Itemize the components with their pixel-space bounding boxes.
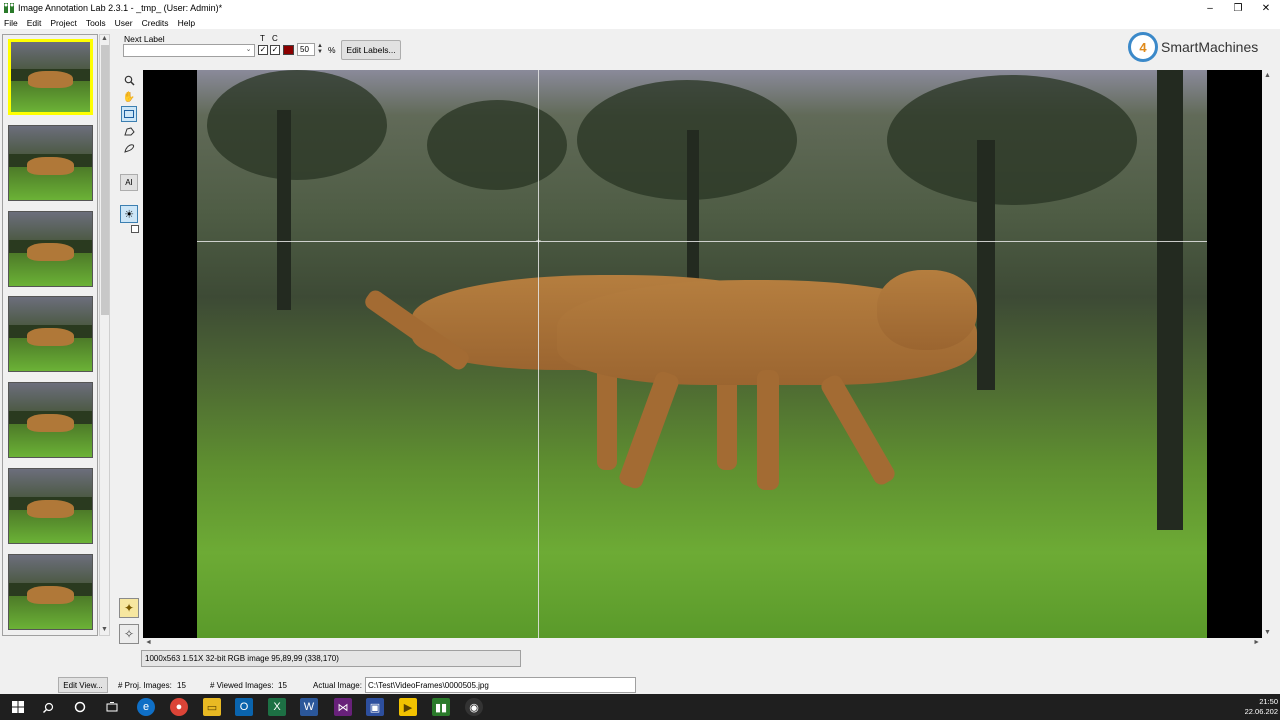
scroll-left-icon[interactable]: ◄ (145, 639, 152, 646)
image-canvas[interactable]: + (143, 70, 1262, 638)
tool-option-checkbox[interactable] (131, 225, 139, 233)
c-checkbox[interactable]: ✓ (270, 45, 280, 55)
title-bar: Image Annotation Lab 2.3.1 - _tmp_ (User… (0, 0, 1280, 16)
scroll-right-icon[interactable]: ► (1253, 639, 1260, 646)
clock-time: 21:50 (1259, 697, 1278, 706)
opacity-spinner[interactable]: ▲ ▼ (316, 43, 324, 56)
proj-images-label: # Proj. Images: (118, 681, 172, 690)
thumbnail[interactable] (8, 382, 93, 458)
thumbnail[interactable] (8, 554, 93, 630)
thumbnail[interactable] (8, 211, 93, 287)
edit-labels-button[interactable]: Edit Labels... (341, 40, 401, 60)
thumbnail-selected[interactable] (8, 39, 93, 115)
window-title: Image Annotation Lab 2.3.1 - _tmp_ (User… (18, 3, 223, 13)
brightness-icon[interactable]: ☀ (120, 205, 138, 223)
outlook-icon[interactable]: O (235, 698, 253, 716)
ai-button[interactable]: AI (120, 174, 138, 191)
opacity-input[interactable]: 50 (297, 43, 315, 56)
actual-image-path: C:\Test\VideoFrames\0000505.jpg (365, 677, 636, 693)
proj-images-value: 15 (177, 681, 186, 690)
thumbnail-panel (2, 34, 98, 636)
opacity-unit: % (328, 45, 336, 55)
crosshair-center-icon: + (535, 236, 542, 246)
magic-wand-alt-icon[interactable]: ✧ (119, 624, 139, 644)
slides-icon[interactable]: ▶ (399, 698, 417, 716)
c-caption: C (272, 34, 278, 43)
menu-help[interactable]: Help (178, 18, 195, 28)
thumbnail-scrollbar[interactable]: ▲ ▼ (99, 34, 110, 636)
menu-user[interactable]: User (115, 18, 133, 28)
scroll-down-icon[interactable]: ▼ (100, 626, 109, 635)
chrome-browser-icon[interactable]: ● (170, 698, 188, 716)
taskbar (0, 694, 1280, 720)
close-icon[interactable]: ✕ (1250, 0, 1280, 16)
chevron-down-icon[interactable]: ⌄ (243, 45, 254, 56)
scroll-up-icon[interactable]: ▲ (1264, 72, 1271, 79)
magic-wand-icon[interactable]: ✦ (119, 598, 139, 618)
t-caption: T (260, 34, 265, 43)
menu-edit[interactable]: Edit (27, 18, 42, 28)
pan-hand-icon[interactable]: ✋ (121, 89, 137, 105)
freehand-tool-icon[interactable] (121, 140, 137, 156)
menu-bar: File Edit Project Tools User Credits Hel… (0, 16, 1280, 29)
scrollbar-thumb[interactable] (101, 45, 109, 315)
viewed-images-value: 15 (278, 681, 287, 690)
thumbnail[interactable] (8, 125, 93, 201)
next-label-caption: Next Label (124, 34, 165, 44)
word-icon[interactable]: W (300, 698, 318, 716)
t-checkbox[interactable]: ✓ (258, 45, 268, 55)
logo-name: SmartMachines (1161, 39, 1259, 55)
excel-icon[interactable]: X (268, 698, 286, 716)
edge-browser-icon[interactable]: e (137, 698, 155, 716)
crosshair-horizontal (197, 241, 1207, 242)
remote-desktop-icon[interactable]: ▣ (366, 698, 384, 716)
obs-recorder-icon[interactable]: ◉ (465, 698, 483, 716)
viewed-images-label: # Viewed Images: (210, 681, 274, 690)
crosshair-vertical (538, 70, 539, 638)
thumbnail[interactable] (8, 296, 93, 372)
zoom-icon[interactable] (121, 72, 137, 88)
edit-view-button[interactable]: Edit View... (58, 677, 108, 693)
menu-credits[interactable]: Credits (142, 18, 169, 28)
file-explorer-icon[interactable]: ▭ (203, 698, 221, 716)
status-bar (0, 676, 1280, 694)
annotation-image[interactable] (197, 70, 1207, 638)
menu-project[interactable]: Project (50, 18, 76, 28)
polygon-tool-icon[interactable] (121, 123, 137, 139)
thumbnail[interactable] (8, 468, 93, 544)
taskbar-clock[interactable]: 21:50 22.06.202 (1232, 697, 1278, 717)
app-icon (3, 2, 15, 14)
canvas-vertical-scrollbar[interactable]: ▲ ▼ (1262, 70, 1274, 638)
task-view-icon[interactable] (103, 698, 121, 716)
scroll-down-icon[interactable]: ▼ (1264, 629, 1271, 636)
actual-image-label: Actual Image: (313, 681, 362, 690)
search-icon[interactable] (39, 698, 57, 716)
scroll-up-icon[interactable]: ▲ (100, 35, 109, 44)
rectangle-tool-icon[interactable] (121, 106, 137, 122)
menu-tools[interactable]: Tools (86, 18, 106, 28)
image-info: 1000x563 1.51X 32-bit RGB image 95,89,99… (141, 650, 521, 667)
menu-file[interactable]: File (4, 18, 18, 28)
visual-studio-icon[interactable]: ⋈ (334, 698, 352, 716)
image-annotation-lab-icon[interactable]: ▮▮ (432, 698, 450, 716)
next-label-input[interactable] (123, 44, 255, 57)
cortana-icon[interactable] (71, 698, 89, 716)
clock-date: 22.06.202 (1244, 707, 1278, 716)
logo-mark: 4 (1128, 32, 1158, 62)
label-color-swatch[interactable] (283, 45, 294, 55)
logo: 4 SmartMachines (1128, 32, 1278, 62)
canvas-horizontal-scrollbar[interactable]: ◄ ► (143, 638, 1262, 649)
windows-start-icon[interactable] (9, 698, 27, 716)
